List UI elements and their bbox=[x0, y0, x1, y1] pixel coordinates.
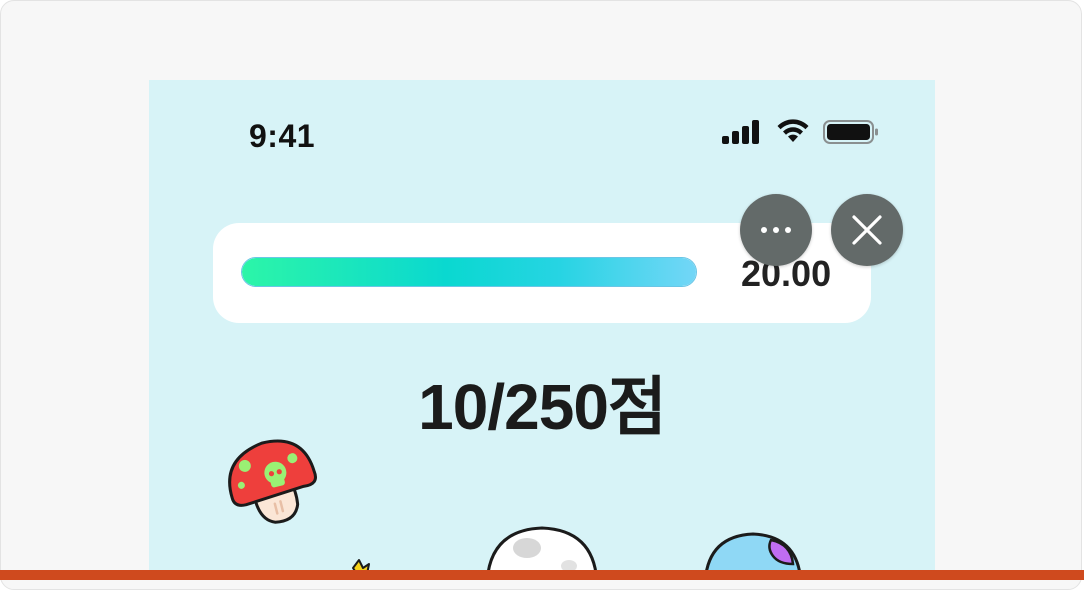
cellular-signal-icon bbox=[722, 120, 760, 144]
bottom-bar bbox=[0, 570, 1084, 580]
close-button[interactable] bbox=[831, 194, 903, 266]
red-mushroom-icon[interactable] bbox=[221, 430, 321, 530]
battery-icon bbox=[823, 120, 878, 144]
status-time: 9:41 bbox=[249, 118, 316, 154]
wifi-icon bbox=[777, 119, 809, 142]
close-icon bbox=[852, 215, 882, 245]
timer-progress-fill bbox=[242, 258, 696, 286]
game-screen: 9:41 20.00 10/250점 bbox=[149, 80, 935, 580]
more-dots-icon bbox=[761, 227, 791, 233]
timer-progress-bar bbox=[241, 257, 697, 287]
more-button[interactable] bbox=[740, 194, 812, 266]
